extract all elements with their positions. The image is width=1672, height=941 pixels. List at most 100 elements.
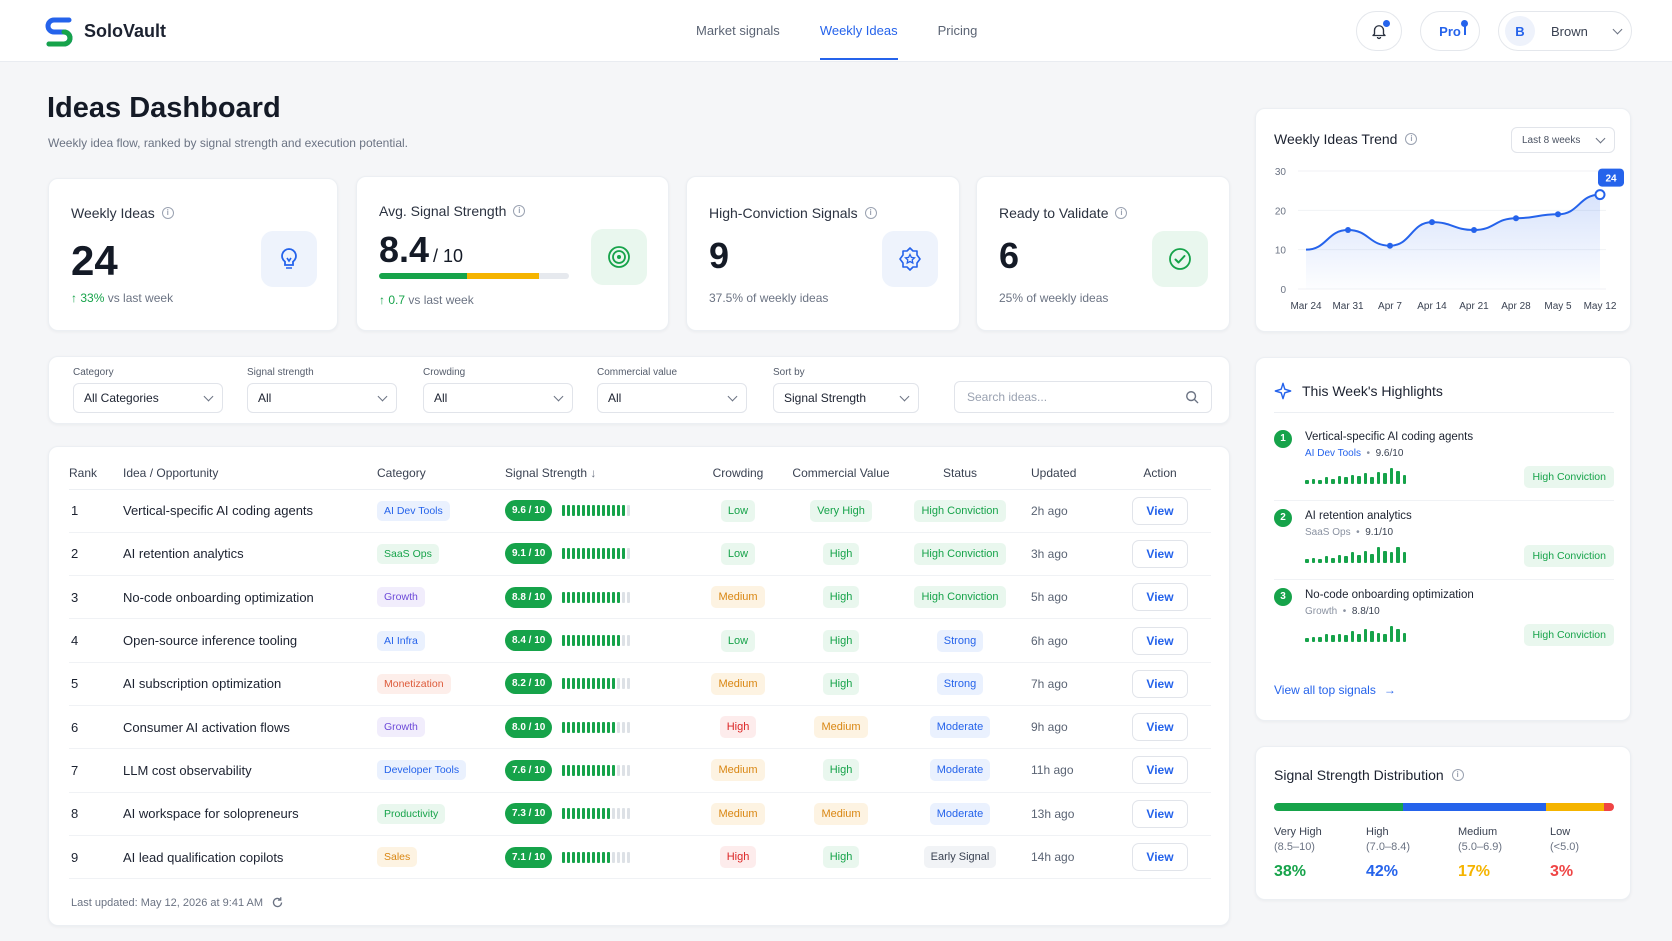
view-button[interactable]: View bbox=[1132, 713, 1188, 742]
info-icon[interactable]: i bbox=[864, 207, 877, 219]
view-button[interactable]: View bbox=[1132, 626, 1188, 655]
info-icon[interactable]: i bbox=[1451, 769, 1464, 781]
brand-name: SoloVault bbox=[84, 20, 167, 41]
cell-idea[interactable]: Vertical-specific AI coding agents bbox=[123, 489, 377, 533]
view-button[interactable]: View bbox=[1132, 496, 1188, 525]
strength-tick bbox=[627, 505, 631, 517]
crowding-pill: High bbox=[719, 846, 757, 869]
search-icon[interactable] bbox=[1185, 390, 1199, 404]
view-button[interactable]: View bbox=[1132, 843, 1188, 872]
cell-crowding: High bbox=[697, 835, 779, 880]
col-crowding[interactable]: Crowding bbox=[697, 457, 779, 490]
trend-point bbox=[1345, 227, 1351, 233]
commercial-value-select[interactable]: All bbox=[597, 383, 747, 413]
stat-label: Avg. Signal Strength i bbox=[379, 203, 526, 219]
highlight-item[interactable]: 1 Vertical-specific AI coding agents AI … bbox=[1274, 426, 1614, 504]
view-button[interactable]: View bbox=[1132, 583, 1188, 612]
signal-strength-select[interactable]: All bbox=[247, 383, 397, 413]
cell-idea[interactable]: AI subscription optimization bbox=[123, 662, 377, 706]
spark-bar bbox=[1350, 475, 1354, 484]
table-row[interactable]: 7 LLM cost observability Developer Tools… bbox=[69, 748, 1211, 793]
logo[interactable]: SoloVault bbox=[44, 14, 166, 48]
cell-signal-strength: 7.1 / 10 bbox=[505, 835, 697, 880]
cell-commercial-value: Medium bbox=[779, 792, 903, 836]
table-row[interactable]: 9 AI lead qualification copilots Sales 7… bbox=[69, 835, 1211, 880]
col-idea[interactable]: Idea / Opportunity bbox=[123, 457, 377, 490]
plan-badge[interactable]: Pro bbox=[1420, 11, 1480, 51]
commercial-value-pill: High bbox=[822, 759, 860, 782]
col-commercial-value[interactable]: Commercial Value bbox=[779, 457, 903, 490]
strength-tick bbox=[567, 505, 571, 517]
cell-idea[interactable]: AI workspace for solopreneurs bbox=[123, 792, 377, 836]
search-input[interactable] bbox=[967, 390, 1185, 404]
strength-tick bbox=[592, 591, 596, 603]
table-row[interactable]: 5 AI subscription optimization Monetizat… bbox=[69, 662, 1211, 706]
chevron-down-icon bbox=[1612, 24, 1623, 34]
view-button[interactable]: View bbox=[1132, 799, 1188, 828]
category-select[interactable]: All Categories bbox=[73, 383, 223, 413]
col-signal-strength[interactable]: Signal Strength ↓ bbox=[505, 457, 697, 490]
highlight-item[interactable]: 2 AI retention analytics SaaS Ops • 9.1/… bbox=[1274, 505, 1614, 583]
strength-tick bbox=[582, 548, 586, 560]
cell-idea[interactable]: AI retention analytics bbox=[123, 532, 377, 577]
view-button[interactable]: View bbox=[1132, 539, 1188, 568]
spark-bar bbox=[1311, 637, 1315, 642]
col-category[interactable]: Category bbox=[377, 457, 505, 490]
strength-tick bbox=[577, 548, 581, 560]
info-icon[interactable]: i bbox=[161, 207, 174, 219]
cell-idea[interactable]: Consumer AI activation flows bbox=[123, 705, 377, 750]
nav-pricing[interactable]: Pricing bbox=[938, 0, 978, 62]
commercial-value-pill: Very High bbox=[810, 499, 872, 522]
view-button[interactable]: View bbox=[1132, 669, 1188, 698]
strength-tick bbox=[582, 764, 586, 776]
sort-select[interactable]: Signal Strength bbox=[773, 383, 919, 413]
nav-market-signals[interactable]: Market signals bbox=[696, 0, 780, 62]
spark-bar bbox=[1389, 552, 1393, 563]
view-all-signals-link[interactable]: View all top signals → bbox=[1274, 683, 1396, 697]
chevron-down-icon bbox=[377, 391, 388, 401]
table-row[interactable]: 8 AI workspace for solopreneurs Producti… bbox=[69, 792, 1211, 836]
cell-idea[interactable]: LLM cost observability bbox=[123, 748, 377, 793]
notifications-button[interactable] bbox=[1356, 11, 1402, 51]
crowding-pill: Low bbox=[720, 499, 756, 522]
highlight-badge: High Conviction bbox=[1524, 545, 1614, 567]
cell-status: Strong bbox=[903, 662, 1017, 706]
table-row[interactable]: 2 AI retention analytics SaaS Ops 9.1 / … bbox=[69, 532, 1211, 577]
strength-tick bbox=[562, 808, 566, 820]
cell-signal-strength: 8.2 / 10 bbox=[505, 662, 697, 706]
strength-tick bbox=[572, 851, 576, 863]
strength-tick bbox=[592, 505, 596, 517]
view-button[interactable]: View bbox=[1132, 756, 1188, 785]
trend-point bbox=[1429, 219, 1435, 226]
filter-crowding: Crowding All bbox=[423, 367, 573, 413]
col-updated[interactable]: Updated bbox=[1017, 457, 1109, 490]
info-icon[interactable]: i bbox=[1115, 207, 1128, 219]
nav-weekly-ideas[interactable]: Weekly Ideas bbox=[819, 0, 898, 62]
table-row[interactable]: 3 No-code onboarding optimization Growth… bbox=[69, 575, 1211, 620]
highlight-item[interactable]: 3 No-code onboarding optimization Growth… bbox=[1274, 584, 1614, 662]
cell-idea[interactable]: AI lead qualification copilots bbox=[123, 835, 377, 880]
bucket-percent: 42% bbox=[1366, 863, 1399, 880]
highlight-name: Vertical-specific AI coding agents bbox=[1305, 431, 1474, 443]
strength-tick bbox=[622, 851, 626, 863]
info-icon[interactable]: i bbox=[513, 205, 526, 217]
table-row[interactable]: 4 Open-source inference tooling AI Infra… bbox=[69, 618, 1211, 663]
crowding-select[interactable]: All bbox=[423, 383, 573, 413]
refresh-icon[interactable] bbox=[271, 896, 284, 909]
cell-idea[interactable]: Open-source inference tooling bbox=[123, 618, 377, 663]
col-status[interactable]: Status bbox=[903, 457, 1017, 490]
cell-signal-strength: 7.6 / 10 bbox=[505, 748, 697, 793]
x-tick-label: Apr 14 bbox=[1417, 301, 1447, 312]
check-circle-icon bbox=[1152, 231, 1208, 287]
page-title: Ideas Dashboard bbox=[47, 92, 281, 124]
table-row[interactable]: 6 Consumer AI activation flows Growth 8.… bbox=[69, 705, 1211, 750]
score-badge: 9.6 / 10 bbox=[505, 500, 553, 522]
col-rank[interactable]: Rank bbox=[69, 457, 123, 490]
cell-idea[interactable]: No-code onboarding optimization bbox=[123, 575, 377, 620]
spark-bar bbox=[1383, 473, 1387, 484]
user-menu[interactable]: B Brown bbox=[1498, 11, 1632, 51]
table-row[interactable]: 1 Vertical-specific AI coding agents AI … bbox=[69, 489, 1211, 533]
strength-tick bbox=[612, 635, 616, 647]
cell-category: Sales bbox=[377, 835, 505, 880]
ideas-table: Rank Idea / Opportunity Category Signal … bbox=[69, 457, 1211, 880]
